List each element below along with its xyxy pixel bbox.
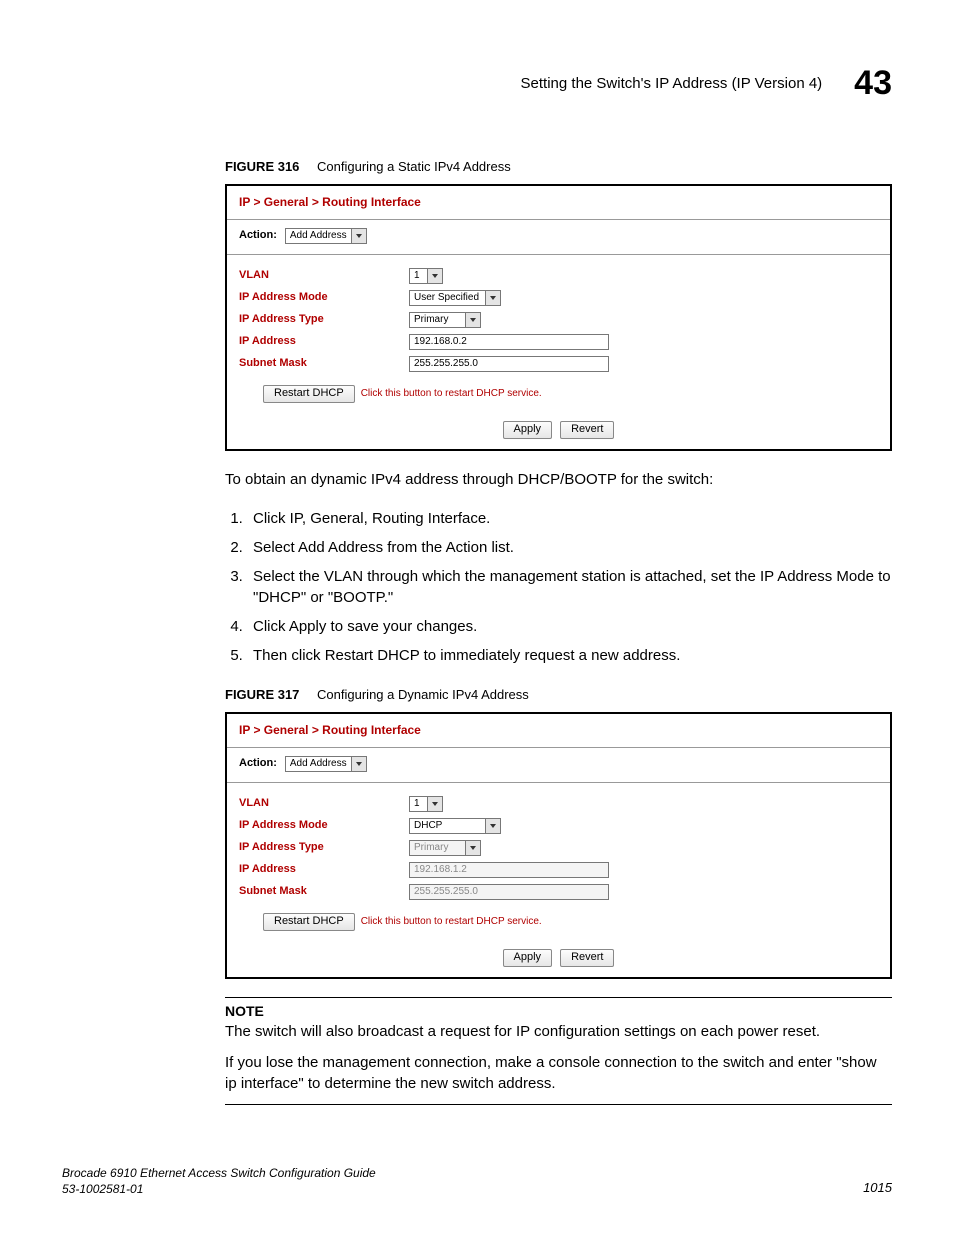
footer-page-number: 1015 xyxy=(863,1179,892,1197)
footer-guide-title: Brocade 6910 Ethernet Access Switch Conf… xyxy=(62,1165,376,1181)
ip-mode-label: IP Address Mode xyxy=(239,818,409,833)
restart-dhcp-note: Click this button to restart DHCP servic… xyxy=(361,387,542,401)
revert-button[interactable]: Revert xyxy=(560,949,614,967)
ip-address-input: 192.168.1.2 xyxy=(409,862,609,878)
figure-317-panel: IP > General > Routing Interface Action:… xyxy=(225,712,892,979)
chevron-down-icon xyxy=(351,229,366,243)
figure-316-title: Configuring a Static IPv4 Address xyxy=(317,159,511,174)
ip-type-label: IP Address Type xyxy=(239,312,409,327)
chevron-down-icon xyxy=(351,757,366,771)
intro-text: To obtain an dynamic IPv4 address throug… xyxy=(225,469,892,490)
figure-317-title: Configuring a Dynamic IPv4 Address xyxy=(317,687,529,702)
ip-mode-select[interactable]: User Specified xyxy=(409,290,501,306)
subnet-mask-label: Subnet Mask xyxy=(239,884,409,899)
list-item: Select the VLAN through which the manage… xyxy=(247,562,892,612)
chevron-down-icon xyxy=(465,313,480,327)
chevron-down-icon xyxy=(485,819,500,833)
chevron-down-icon xyxy=(427,797,442,811)
restart-dhcp-note: Click this button to restart DHCP servic… xyxy=(361,915,542,929)
note-heading: NOTE xyxy=(225,1002,892,1022)
vlan-select[interactable]: 1 xyxy=(409,796,443,812)
list-item: Click Apply to save your changes. xyxy=(247,612,892,641)
page-header-title: Setting the Switch's IP Address (IP Vers… xyxy=(521,73,823,94)
chapter-number: 43 xyxy=(854,60,892,108)
subnet-mask-input[interactable]: 255.255.255.0 xyxy=(409,356,609,372)
ip-type-select: Primary xyxy=(409,840,481,856)
note-block: NOTE The switch will also broadcast a re… xyxy=(225,997,892,1106)
subnet-mask-input: 255.255.255.0 xyxy=(409,884,609,900)
action-label: Action: xyxy=(239,756,277,771)
restart-dhcp-button[interactable]: Restart DHCP xyxy=(263,385,355,403)
action-label: Action: xyxy=(239,228,277,243)
figure-316-label: FIGURE 316 xyxy=(225,159,299,174)
figure-317-label: FIGURE 317 xyxy=(225,687,299,702)
ip-address-label: IP Address xyxy=(239,862,409,877)
action-select[interactable]: Add Address xyxy=(285,228,367,244)
apply-button[interactable]: Apply xyxy=(503,421,553,439)
apply-button[interactable]: Apply xyxy=(503,949,553,967)
vlan-label: VLAN xyxy=(239,796,409,811)
figure-316-panel: IP > General > Routing Interface Action:… xyxy=(225,184,892,451)
subnet-mask-label: Subnet Mask xyxy=(239,356,409,371)
figure-317-caption: FIGURE 317 Configuring a Dynamic IPv4 Ad… xyxy=(225,686,892,704)
vlan-select[interactable]: 1 xyxy=(409,268,443,284)
list-item: Then click Restart DHCP to immediately r… xyxy=(247,641,892,670)
steps-list: Click IP, General, Routing Interface. Se… xyxy=(225,504,892,670)
ip-address-input[interactable]: 192.168.0.2 xyxy=(409,334,609,350)
list-item: Click IP, General, Routing Interface. xyxy=(247,504,892,533)
revert-button[interactable]: Revert xyxy=(560,421,614,439)
note-text-2: If you lose the management connection, m… xyxy=(225,1052,892,1094)
chevron-down-icon xyxy=(427,269,442,283)
ip-type-select[interactable]: Primary xyxy=(409,312,481,328)
vlan-label: VLAN xyxy=(239,268,409,283)
figure-316-caption: FIGURE 316 Configuring a Static IPv4 Add… xyxy=(225,158,892,176)
ip-address-label: IP Address xyxy=(239,334,409,349)
action-select[interactable]: Add Address xyxy=(285,756,367,772)
list-item: Select Add Address from the Action list. xyxy=(247,533,892,562)
ip-mode-label: IP Address Mode xyxy=(239,290,409,305)
ip-mode-select[interactable]: DHCP xyxy=(409,818,501,834)
restart-dhcp-button[interactable]: Restart DHCP xyxy=(263,913,355,931)
chevron-down-icon xyxy=(485,291,500,305)
ip-type-label: IP Address Type xyxy=(239,840,409,855)
footer-doc-number: 53-1002581-01 xyxy=(62,1181,376,1197)
breadcrumb: IP > General > Routing Interface xyxy=(227,186,890,219)
breadcrumb: IP > General > Routing Interface xyxy=(227,714,890,747)
chevron-down-icon xyxy=(465,841,480,855)
note-text-1: The switch will also broadcast a request… xyxy=(225,1021,892,1042)
